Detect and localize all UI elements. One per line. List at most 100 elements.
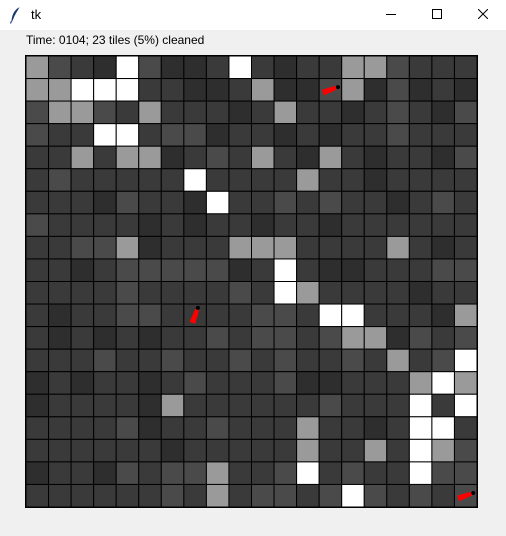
grid-tile xyxy=(228,213,252,237)
grid-tile xyxy=(138,123,162,147)
grid-tile xyxy=(408,348,433,373)
grid-tile xyxy=(26,461,50,485)
grid-tile xyxy=(296,326,320,350)
title-bar[interactable]: tk xyxy=(0,0,506,30)
minimize-button[interactable] xyxy=(368,0,414,30)
grid-tile xyxy=(26,438,50,463)
grid-tile xyxy=(318,235,343,260)
grid-tile xyxy=(70,78,95,102)
grid-tile xyxy=(296,416,320,440)
grid-tile xyxy=(431,235,455,260)
grid-tile xyxy=(138,56,162,80)
grid-tile xyxy=(363,326,388,350)
grid-tile xyxy=(363,190,388,215)
grid-tile xyxy=(93,235,117,260)
grid-tile xyxy=(115,100,140,125)
grid-tile xyxy=(318,145,343,170)
grid-tile xyxy=(363,416,388,440)
grid-tile xyxy=(251,56,275,80)
grid-tile xyxy=(48,145,72,170)
grid-tile xyxy=(273,100,298,125)
grid-tile xyxy=(183,100,207,125)
grid-tile xyxy=(183,123,207,147)
grid-tile xyxy=(93,78,117,102)
grid-tile xyxy=(273,213,298,237)
grid-tile xyxy=(26,100,50,125)
grid-tile xyxy=(296,258,320,282)
grid-tile xyxy=(296,303,320,328)
grid-tile xyxy=(341,56,365,80)
grid-tile xyxy=(160,258,185,282)
grid-tile xyxy=(138,168,162,192)
grid-tile xyxy=(138,461,162,485)
grid-tile xyxy=(48,100,72,125)
grid-tile xyxy=(70,483,95,507)
grid-tile xyxy=(296,281,320,305)
grid-tile xyxy=(115,56,140,80)
grid-tile xyxy=(160,213,185,237)
grid-tile xyxy=(70,416,95,440)
grid-tile xyxy=(115,348,140,373)
grid-tile xyxy=(70,281,95,305)
grid-tile xyxy=(431,393,455,418)
grid-tile xyxy=(228,371,252,395)
grid-tile xyxy=(431,258,455,282)
grid-tile xyxy=(228,438,252,463)
window-title: tk xyxy=(31,7,42,22)
grid-tile xyxy=(205,235,230,260)
grid-tile xyxy=(251,438,275,463)
grid-tile xyxy=(273,123,298,147)
grid-tile xyxy=(48,483,72,507)
grid-tile xyxy=(205,56,230,80)
grid-tile xyxy=(318,438,343,463)
grid-tile xyxy=(115,483,140,507)
close-button[interactable] xyxy=(460,0,506,30)
grid-tile xyxy=(386,235,410,260)
grid-tile xyxy=(318,416,343,440)
grid-tile xyxy=(363,123,388,147)
grid-tile xyxy=(363,100,388,125)
grid-tile xyxy=(296,348,320,373)
grid-tile xyxy=(408,78,433,102)
grid-tile xyxy=(453,371,477,395)
grid-tile xyxy=(228,461,252,485)
grid-tile xyxy=(431,461,455,485)
grid-tile xyxy=(453,258,477,282)
grid-tile xyxy=(93,123,117,147)
grid-tile xyxy=(93,213,117,237)
grid-tile xyxy=(273,78,298,102)
grid-tile xyxy=(26,326,50,350)
grid-tile xyxy=(26,416,50,440)
grid-tile xyxy=(228,281,252,305)
grid-tile xyxy=(273,393,298,418)
grid-tile xyxy=(26,258,50,282)
feather-icon xyxy=(9,6,23,24)
grid-tile xyxy=(26,213,50,237)
grid-tile xyxy=(26,235,50,260)
grid-tile xyxy=(296,393,320,418)
grid-tile xyxy=(408,235,433,260)
grid-tile xyxy=(160,123,185,147)
grid-tile xyxy=(408,100,433,125)
grid-canvas[interactable] xyxy=(25,55,478,508)
grid-tile xyxy=(408,213,433,237)
grid-tile xyxy=(341,461,365,485)
grid-tile xyxy=(160,145,185,170)
grid-tile xyxy=(70,438,95,463)
grid-tile xyxy=(205,371,230,395)
grid-tile xyxy=(93,145,117,170)
grid-tile xyxy=(70,393,95,418)
grid-tile xyxy=(363,461,388,485)
grid-tile xyxy=(138,190,162,215)
grid-tile xyxy=(138,213,162,237)
grid-tile xyxy=(273,461,298,485)
grid-tile xyxy=(228,123,252,147)
grid-tile xyxy=(183,483,207,507)
status-label: Time: 0104; 23 tiles (5%) cleaned xyxy=(26,33,205,47)
maximize-button[interactable] xyxy=(414,0,460,30)
grid-tile xyxy=(228,258,252,282)
grid-tile xyxy=(408,393,433,418)
grid-tile xyxy=(453,326,477,350)
grid-tile xyxy=(341,281,365,305)
grid-tile xyxy=(115,168,140,192)
